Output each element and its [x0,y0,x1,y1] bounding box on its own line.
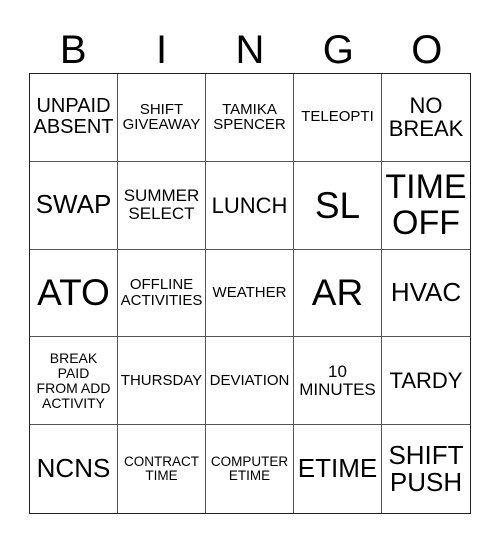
bingo-cell[interactable]: OFFLINE ACTIVITIES [118,249,206,338]
bingo-cell[interactable]: AR [294,249,382,338]
header-letter-b: B [59,28,87,72]
bingo-cell[interactable]: WEATHER [206,249,294,338]
bingo-cell[interactable]: SHIFT GIVEAWAY [118,74,206,162]
bingo-cell[interactable]: TAMIKA SPENCER [206,74,294,162]
header-letter-n: N [235,28,265,72]
cell-label: TELEOPTI [301,108,374,126]
bingo-cell[interactable]: LUNCH [206,161,294,250]
bingo-cell[interactable]: SUMMER SELECT [118,161,206,250]
cell-label: TIME OFF [385,168,467,243]
bingo-cell[interactable]: TARDY [382,337,470,426]
header-letter-g: G [322,28,354,72]
bingo-cell[interactable]: NO BREAK [382,74,470,162]
bingo-cell[interactable]: SHIFT PUSH [382,425,470,513]
cell-label: BREAK PAID FROM ADD ACTIVITY [36,350,111,411]
bingo-cell[interactable]: UNPAID ABSENT [30,74,118,162]
cell-label: AR [311,272,364,314]
cell-label: OFFLINE ACTIVITIES [120,276,203,309]
cell-label: SWAP [35,189,112,220]
bingo-cell[interactable]: ATO [30,249,118,338]
cell-label: LUNCH [211,192,288,218]
bingo-cell[interactable]: COMPUTER ETIME [206,425,294,513]
cell-label: UNPAID ABSENT [33,95,114,139]
cell-label: NCNS [36,453,111,484]
bingo-cell[interactable]: SL [294,161,382,250]
bingo-cell[interactable]: SWAP [30,161,118,250]
cell-label: NO BREAK [388,93,464,142]
bingo-cell[interactable]: TIME OFF [382,162,470,250]
cell-label: DEVIATION [209,371,290,389]
cell-label: CONTRACT TIME [124,453,199,484]
bingo-header: B I N G O [29,28,471,73]
bingo-cell[interactable]: ETIME [294,425,382,513]
bingo-grid: UNPAID ABSENT SHIFT GIVEAWAY TAMIKA SPEN… [29,73,471,514]
bingo-cell[interactable]: TELEOPTI [294,74,382,162]
bingo-cell[interactable]: 10 MINUTES [294,337,382,426]
cell-label: SHIFT PUSH [388,439,464,498]
cell-label: THURSDAY [120,371,203,389]
cell-label: TAMIKA SPENCER [213,100,286,134]
cell-label: TARDY [389,368,463,394]
cell-label: COMPUTER ETIME [210,453,289,484]
cell-label: HVAC [390,277,462,308]
cell-label: 10 MINUTES [299,361,376,399]
bingo-cell[interactable]: THURSDAY [118,337,206,426]
bingo-cell[interactable]: CONTRACT TIME [118,425,206,513]
header-letter-i: I [156,28,168,72]
header-letter-o: O [411,28,443,72]
cell-label: SHIFT GIVEAWAY [122,100,201,134]
cell-label: WEATHER [212,284,287,302]
cell-label: SL [314,184,361,226]
bingo-cell[interactable]: NCNS [30,425,118,513]
cell-label: ATO [37,272,110,314]
bingo-cell[interactable]: DEVIATION [206,337,294,426]
cell-label: ETIME [297,453,378,484]
bingo-cell[interactable]: HVAC [382,250,470,338]
cell-label: SUMMER SELECT [123,186,200,224]
bingo-cell[interactable]: BREAK PAID FROM ADD ACTIVITY [30,337,118,426]
